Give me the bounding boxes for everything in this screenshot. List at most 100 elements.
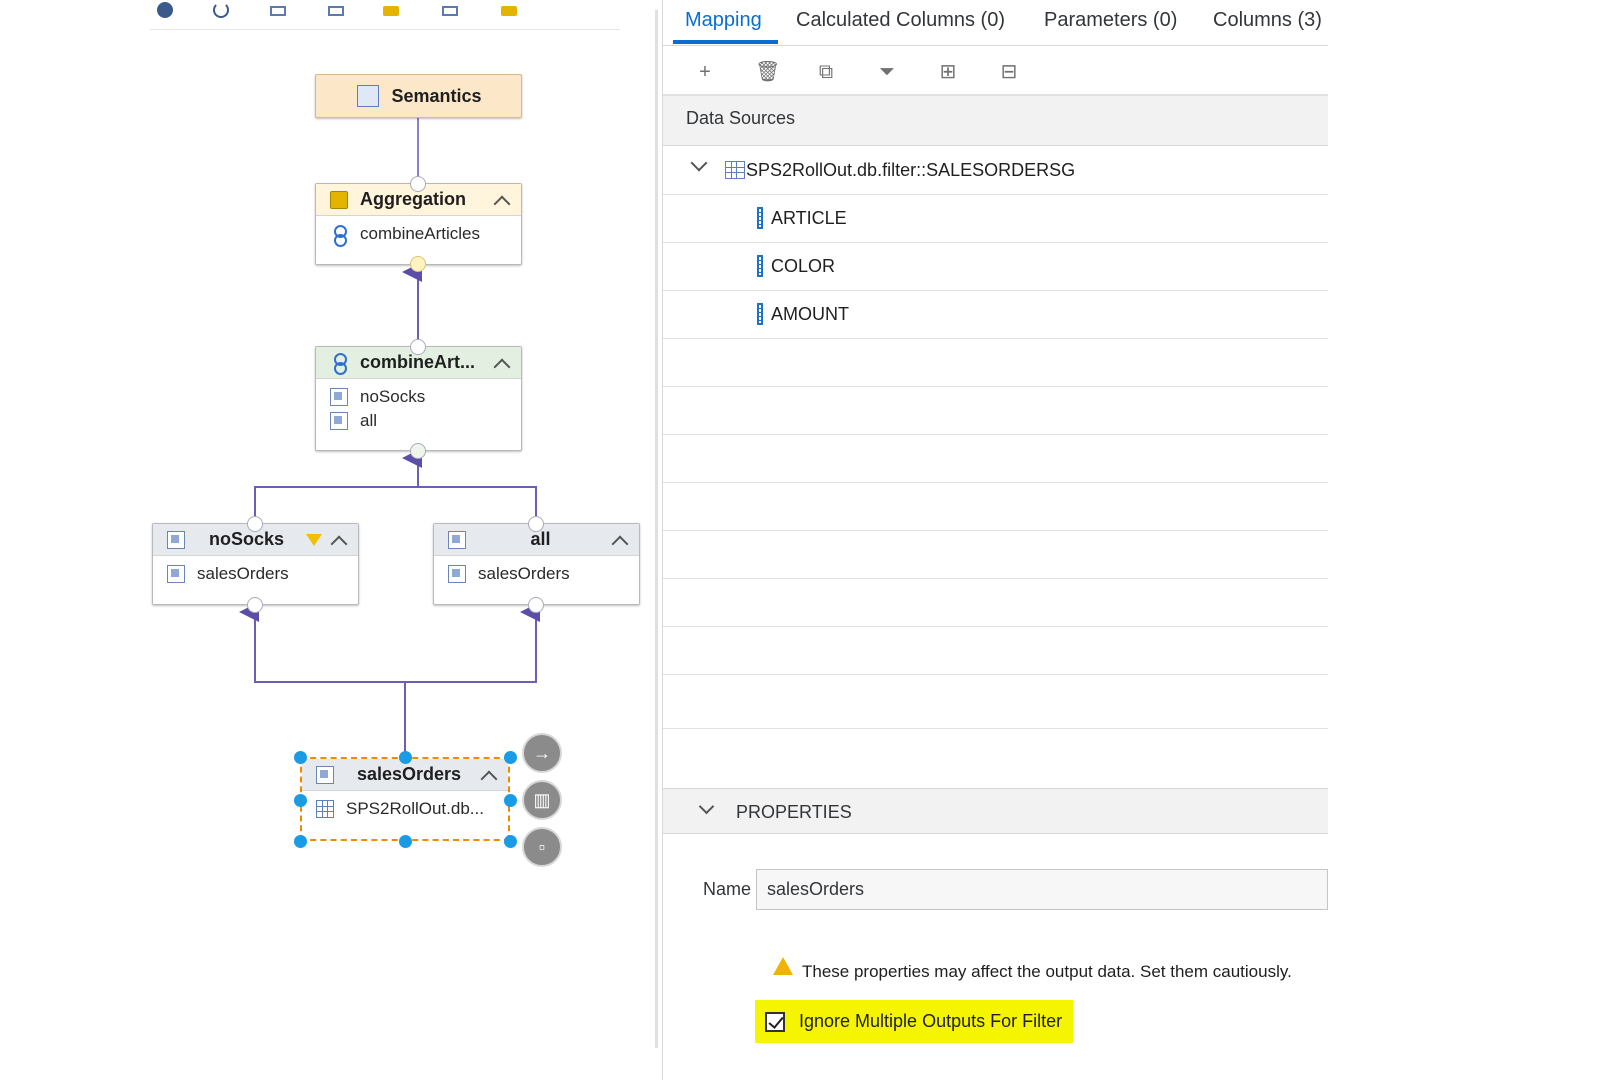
collapse-chevron-icon[interactable] [611, 532, 627, 548]
projection-icon [448, 565, 466, 583]
union-node[interactable]: combineArt... noSocks all [315, 346, 522, 451]
empty-row [663, 531, 1328, 579]
ignore-multiple-outputs-option[interactable]: Ignore Multiple Outputs For Filter [755, 1000, 1073, 1043]
warning-message: These properties may affect the output d… [802, 962, 1292, 981]
resize-handle[interactable] [294, 751, 307, 764]
empty-row [663, 387, 1328, 435]
node-input-row: noSocks [330, 385, 507, 409]
all-output-port[interactable] [528, 516, 544, 532]
empty-row [663, 435, 1328, 483]
all-input-port[interactable] [528, 597, 544, 613]
column-name: AMOUNT [771, 304, 849, 324]
nosocks-input-port[interactable] [247, 597, 263, 613]
union-input: noSocks [360, 387, 426, 406]
tab-columns[interactable]: Columns (3) [1213, 9, 1322, 32]
resize-handle[interactable] [504, 794, 517, 807]
column-row[interactable]: ARTICLE [663, 195, 1328, 243]
node-input-row: salesOrders [448, 562, 625, 586]
resize-handle[interactable] [399, 751, 412, 764]
note-icon[interactable]: ▫ [522, 827, 562, 867]
data-sources-header: Data Sources [663, 96, 1328, 146]
collapse-chevron-icon[interactable] [480, 767, 496, 783]
node-input-row: SPS2RollOut.db... [316, 797, 494, 821]
node-input-row: combineArticles [330, 222, 507, 247]
delete-icon[interactable]: 🗑 [755, 62, 780, 82]
projection-icon [330, 388, 348, 406]
column-row[interactable]: COLOR [663, 243, 1328, 291]
nosocks-output-port[interactable] [247, 516, 263, 532]
aggregation-icon [330, 190, 348, 209]
resize-handle[interactable] [294, 794, 307, 807]
connect-arrow-icon[interactable]: → [522, 733, 562, 773]
remove-column-icon[interactable]: ⊟ [999, 62, 1019, 82]
all-node[interactable]: all salesOrders [433, 523, 640, 605]
properties-title: PROPERTIES [736, 802, 852, 822]
resize-handle[interactable] [504, 835, 517, 848]
tab-mapping[interactable]: Mapping [685, 9, 762, 32]
details-panel: Mapping Calculated Columns (0) Parameter… [662, 0, 1328, 1080]
column-icon [757, 303, 763, 325]
column-icon [757, 255, 763, 277]
salesorders-node[interactable]: salesOrders SPS2RollOut.db... [300, 757, 510, 841]
table-icon [725, 161, 745, 179]
semantics-icon [357, 85, 380, 107]
resize-handle[interactable] [399, 835, 412, 848]
column-icon [757, 207, 763, 229]
projection-icon [167, 565, 185, 583]
collapse-chevron-icon[interactable] [493, 355, 509, 371]
empty-row [663, 627, 1328, 675]
properties-section-header[interactable]: PROPERTIES [663, 788, 1328, 834]
union-icon [330, 225, 348, 247]
nosocks-node[interactable]: noSocks salesOrders [152, 523, 359, 605]
mapping-toolbar: + 🗑 ⧉ ⏷ ⊞ ⊟ [663, 50, 1328, 96]
ignore-multiple-outputs-checkbox[interactable] [765, 1011, 785, 1032]
salesorders-title: salesOrders [356, 764, 462, 784]
salesorders-input: SPS2RollOut.db... [346, 799, 484, 818]
empty-row [663, 675, 1328, 729]
union-input-port[interactable] [410, 443, 426, 459]
projection-icon [167, 530, 185, 549]
aggregation-input: combineArticles [360, 224, 480, 243]
column-name: ARTICLE [771, 208, 847, 228]
delete-trash-icon[interactable]: ▥ [522, 780, 562, 820]
wire-salesorders-branches [254, 612, 537, 683]
collapse-chevron-icon[interactable] [698, 798, 715, 815]
empty-row [663, 339, 1328, 387]
ignore-multiple-outputs-label: Ignore Multiple Outputs For Filter [799, 1011, 1063, 1031]
calculation-view-canvas[interactable]: Semantics Aggregation combineArticles co… [0, 0, 672, 1080]
detail-tabs: Mapping Calculated Columns (0) Parameter… [663, 0, 1328, 46]
add-column-icon[interactable]: ⊞ [938, 62, 958, 82]
column-row[interactable]: AMOUNT [663, 291, 1328, 339]
resize-handle[interactable] [294, 835, 307, 848]
collapse-chevron-icon[interactable] [493, 192, 509, 208]
name-field[interactable] [756, 869, 1328, 910]
expand-chevron-icon[interactable] [690, 154, 708, 172]
data-source-name: SPS2RollOut.db.filter::SALESORDERSG [746, 160, 1076, 180]
tab-calculated-columns[interactable]: Calculated Columns (0) [796, 9, 1005, 32]
union-output-port[interactable] [410, 339, 426, 355]
data-source-row[interactable]: SPS2RollOut.db.filter::SALESORDERSG [663, 147, 1328, 195]
semantics-title: Semantics [391, 85, 482, 106]
union-input: all [360, 411, 378, 430]
nosocks-input: salesOrders [197, 564, 289, 583]
column-name: COLOR [771, 256, 836, 276]
copy-icon[interactable]: ⧉ [816, 62, 836, 82]
collapse-chevron-icon[interactable] [330, 532, 346, 548]
aggregation-node[interactable]: Aggregation combineArticles [315, 183, 522, 265]
active-tab-indicator [673, 40, 778, 44]
semantics-node[interactable]: Semantics [315, 74, 522, 118]
tab-parameters[interactable]: Parameters (0) [1044, 9, 1177, 32]
filter-icon[interactable]: ⏷ [877, 62, 897, 82]
aggregation-input-port[interactable] [410, 256, 426, 272]
empty-row [663, 483, 1328, 531]
projection-icon [448, 530, 466, 549]
name-label: Name [703, 879, 752, 899]
aggregation-output-port[interactable] [410, 176, 426, 192]
resize-handle[interactable] [504, 751, 517, 764]
table-icon [316, 800, 334, 818]
node-input-row: all [330, 409, 507, 433]
add-icon[interactable]: + [695, 62, 715, 82]
projection-icon [316, 765, 334, 784]
projection-icon [330, 412, 348, 430]
pane-splitter[interactable] [655, 10, 658, 1048]
